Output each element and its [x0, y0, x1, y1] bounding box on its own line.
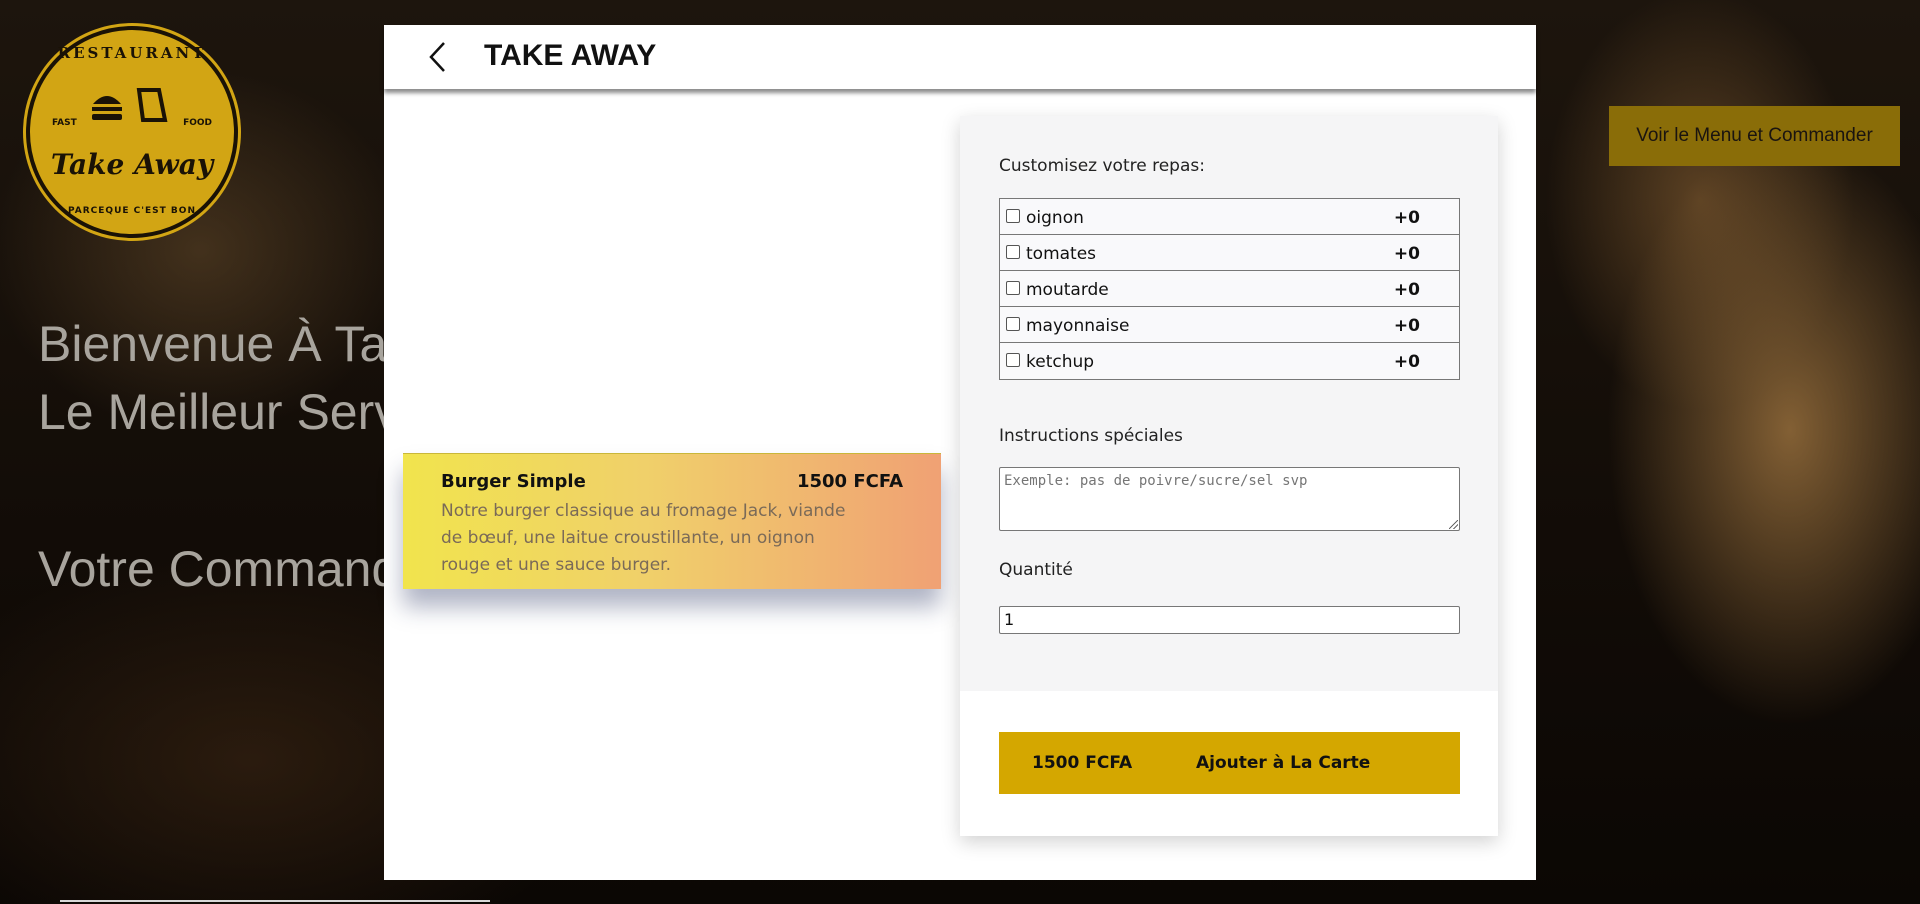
logo-side-right-text: FOOD — [183, 118, 212, 128]
welcome-heading: Bienvenue À Tak Le Meilleur Serv — [38, 310, 412, 446]
quantity-input[interactable]: 1 — [999, 606, 1460, 634]
option-checkbox[interactable] — [1006, 245, 1020, 259]
option-checkbox[interactable] — [1006, 353, 1020, 367]
add-to-cart-button[interactable]: 1500 FCFA Ajouter à La Carte — [999, 732, 1460, 794]
product-description: Notre burger classique au fromage Jack, … — [441, 501, 846, 575]
special-instructions-input[interactable] — [999, 467, 1460, 531]
welcome-heading-line2: Le Meilleur Serv — [38, 384, 400, 440]
options-list: oignon +0 tomates +0 moutarde +0 mayonna… — [999, 198, 1460, 380]
resize-handle-icon[interactable] — [1449, 520, 1458, 529]
order-modal: TAKE AWAY Burger Simple 1500 FCFA Notre … — [384, 25, 1536, 880]
option-row-oignon[interactable]: oignon +0 — [1000, 199, 1459, 235]
quantity-label: Quantité — [999, 560, 1073, 580]
option-price: +0 — [1393, 280, 1420, 300]
product-card: Burger Simple 1500 FCFA Notre burger cla… — [403, 453, 941, 589]
option-row-tomates[interactable]: tomates +0 — [1000, 235, 1459, 271]
add-to-cart-price: 1500 FCFA — [1032, 753, 1133, 773]
option-name: tomates — [1026, 244, 1097, 264]
product-name: Burger Simple — [441, 471, 586, 492]
option-name: oignon — [1026, 208, 1084, 228]
option-name: mayonnaise — [1026, 316, 1130, 336]
view-menu-button[interactable]: Voir le Menu et Commander — [1609, 106, 1900, 166]
option-checkbox[interactable] — [1006, 317, 1020, 331]
modal-title: TAKE AWAY — [484, 39, 657, 72]
logo-side-left-text: FAST — [52, 118, 77, 128]
add-to-cart-label: Ajouter à La Carte — [1196, 753, 1371, 773]
back-button[interactable] — [420, 39, 456, 75]
order-heading: Votre Command — [38, 541, 400, 597]
burger-icon — [87, 86, 177, 135]
divider — [60, 900, 490, 902]
option-name: ketchup — [1026, 352, 1095, 372]
option-price: +0 — [1393, 352, 1420, 372]
option-row-moutarde[interactable]: moutarde +0 — [1000, 271, 1459, 307]
option-row-ketchup[interactable]: ketchup +0 — [1000, 343, 1459, 379]
logo-script-text: Take Away — [50, 148, 214, 181]
modal-header: TAKE AWAY — [384, 25, 1536, 89]
option-checkbox[interactable] — [1006, 209, 1020, 223]
customize-label: Customisez votre repas: — [999, 156, 1205, 176]
option-price: +0 — [1393, 208, 1420, 228]
option-price: +0 — [1393, 316, 1420, 336]
logo-ring-bottom-text: PARCEQUE C'EST BON — [68, 206, 196, 216]
logo-ring-top-text: RESTAURANT — [57, 44, 207, 62]
option-row-mayonnaise[interactable]: mayonnaise +0 — [1000, 307, 1459, 343]
product-price: 1500 FCFA — [796, 471, 903, 492]
customize-panel: Customisez votre repas: oignon +0 tomate… — [960, 116, 1498, 836]
chevron-left-icon — [429, 42, 445, 72]
option-checkbox[interactable] — [1006, 281, 1020, 295]
instructions-label: Instructions spéciales — [999, 426, 1183, 446]
welcome-heading-line1: Bienvenue À Tak — [38, 316, 413, 372]
restaurant-logo: RESTAURANT FAST FOOD Take Away PARCEQUE … — [26, 26, 238, 238]
option-name: moutarde — [1026, 280, 1109, 300]
option-price: +0 — [1393, 244, 1420, 264]
